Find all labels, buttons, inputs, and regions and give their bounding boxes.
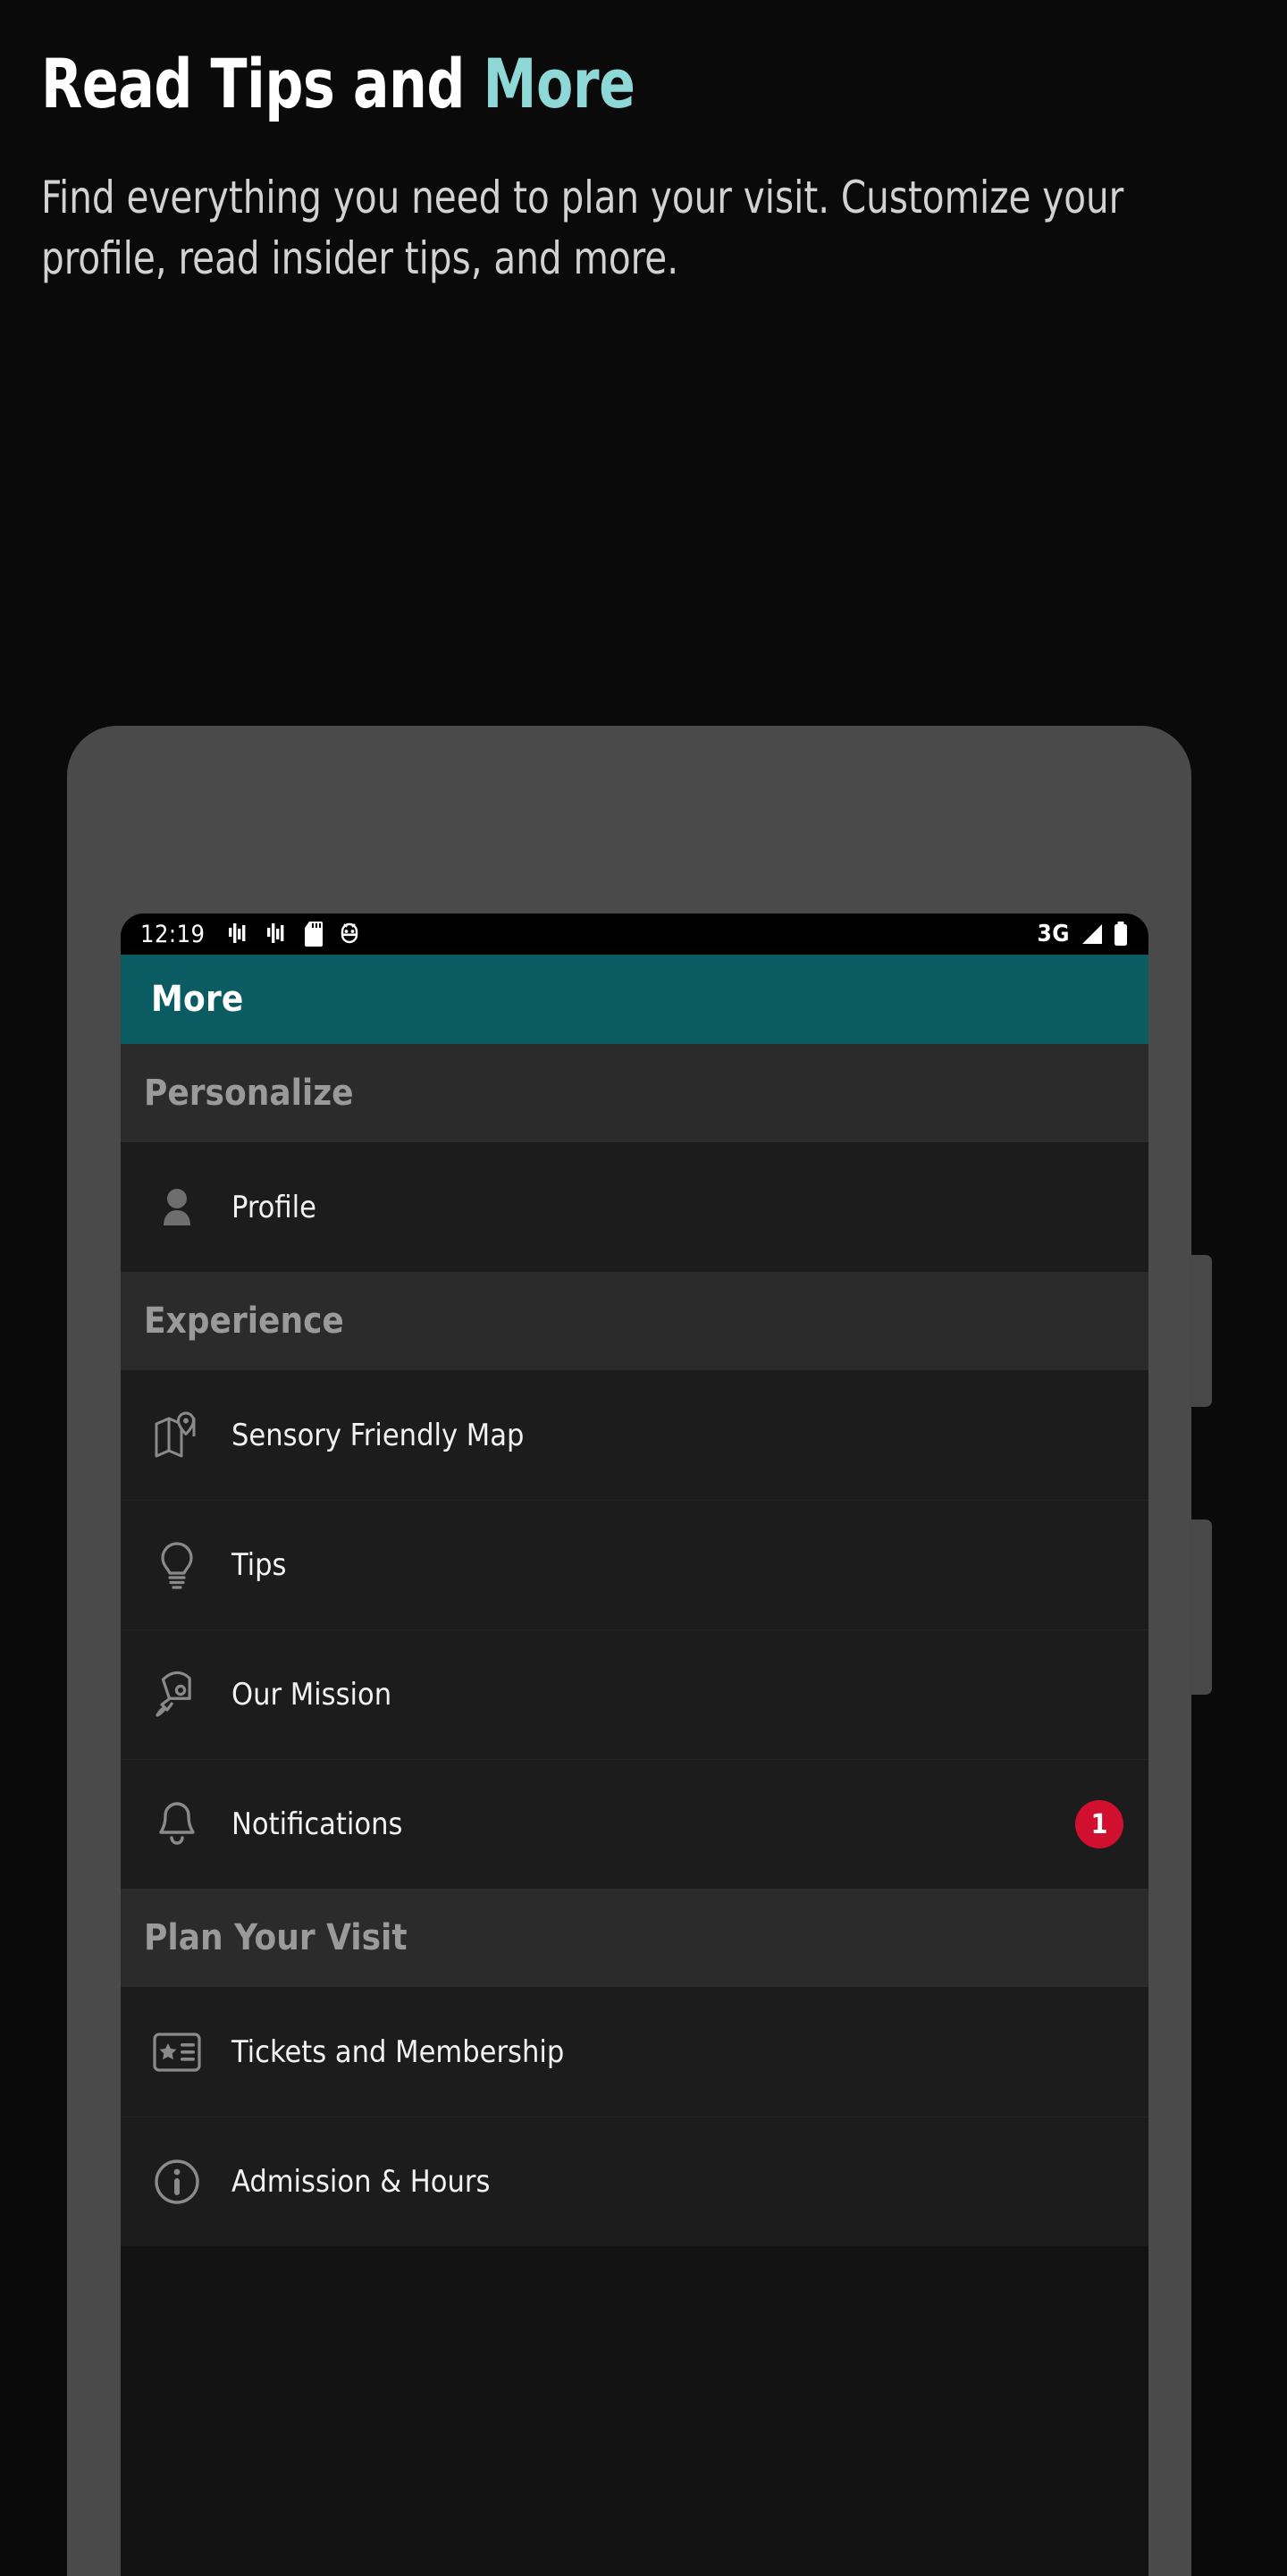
- volume-button[interactable]: [1189, 1255, 1212, 1407]
- section-header-label: Experience: [144, 1301, 344, 1342]
- rocket-icon: [146, 1663, 208, 1726]
- list-item-label: Notifications: [231, 1806, 403, 1842]
- section-header-label: Plan Your Visit: [144, 1917, 408, 1958]
- info-circle-icon: [146, 2151, 208, 2213]
- headline-accent-text: More: [483, 44, 635, 123]
- list-item-notifications[interactable]: Notifications 1: [121, 1759, 1148, 1889]
- list-item-label: Profile: [231, 1189, 316, 1225]
- status-bar: 12:19 3G: [121, 913, 1148, 955]
- section-header-personalize: Personalize: [121, 1044, 1148, 1142]
- list-item-our-mission[interactable]: Our Mission: [121, 1629, 1148, 1759]
- phone-mockup: 12:19 3G More Personalize Profile Experi…: [67, 726, 1212, 2576]
- lightbulb-icon: [146, 1534, 208, 1596]
- section-header-label: Personalize: [144, 1073, 354, 1114]
- status-icons-right: 3G: [1038, 921, 1129, 947]
- vibrate-icon: [227, 921, 250, 947]
- status-badge: 1: [1075, 1800, 1123, 1848]
- ticket-icon: [146, 2021, 208, 2084]
- sd-card-icon: [304, 921, 324, 947]
- phone-screen: 12:19 3G More Personalize Profile Experi…: [121, 913, 1148, 2576]
- section-header-plan-your-visit: Plan Your Visit: [121, 1889, 1148, 1987]
- section-header-experience: Experience: [121, 1272, 1148, 1370]
- battery-icon: [1113, 921, 1129, 947]
- list-item-label: Our Mission: [231, 1677, 392, 1713]
- list-item-label: Tips: [231, 1547, 287, 1583]
- list-item-tips[interactable]: Tips: [121, 1500, 1148, 1629]
- power-button[interactable]: [1189, 1520, 1212, 1695]
- android-debug-icon: [339, 921, 360, 947]
- signal-icon: [1078, 922, 1105, 947]
- list-item-admission-and-hours[interactable]: Admission & Hours: [121, 2117, 1148, 2246]
- map-pin-icon: [146, 1404, 208, 1467]
- person-icon: [146, 1176, 208, 1239]
- list-item-tickets-and-membership[interactable]: Tickets and Membership: [121, 1987, 1148, 2117]
- vibrate-icon: [265, 921, 289, 947]
- list-item-profile[interactable]: Profile: [121, 1142, 1148, 1272]
- list-item-label: Tickets and Membership: [231, 2033, 565, 2070]
- status-icons-left: [227, 921, 360, 947]
- app-bar-title: More: [151, 979, 244, 1020]
- list-item-label: Sensory Friendly Map: [231, 1417, 525, 1453]
- promo-copy: Read Tips and More Find everything you n…: [41, 47, 1230, 289]
- status-network-label: 3G: [1037, 921, 1070, 947]
- list-item-sensory-friendly-map[interactable]: Sensory Friendly Map: [121, 1370, 1148, 1500]
- page-subtitle: Find everything you need to plan your vi…: [41, 171, 1124, 284]
- page-title: Read Tips and More: [41, 47, 1087, 121]
- bell-icon: [146, 1793, 208, 1856]
- list-item-label: Admission & Hours: [231, 2164, 491, 2200]
- status-time: 12:19: [140, 920, 206, 948]
- app-bar: More: [121, 955, 1148, 1044]
- headline-main-text: Read Tips and: [41, 44, 484, 123]
- more-menu-list: Personalize Profile Experience Sensory F…: [121, 1044, 1148, 2246]
